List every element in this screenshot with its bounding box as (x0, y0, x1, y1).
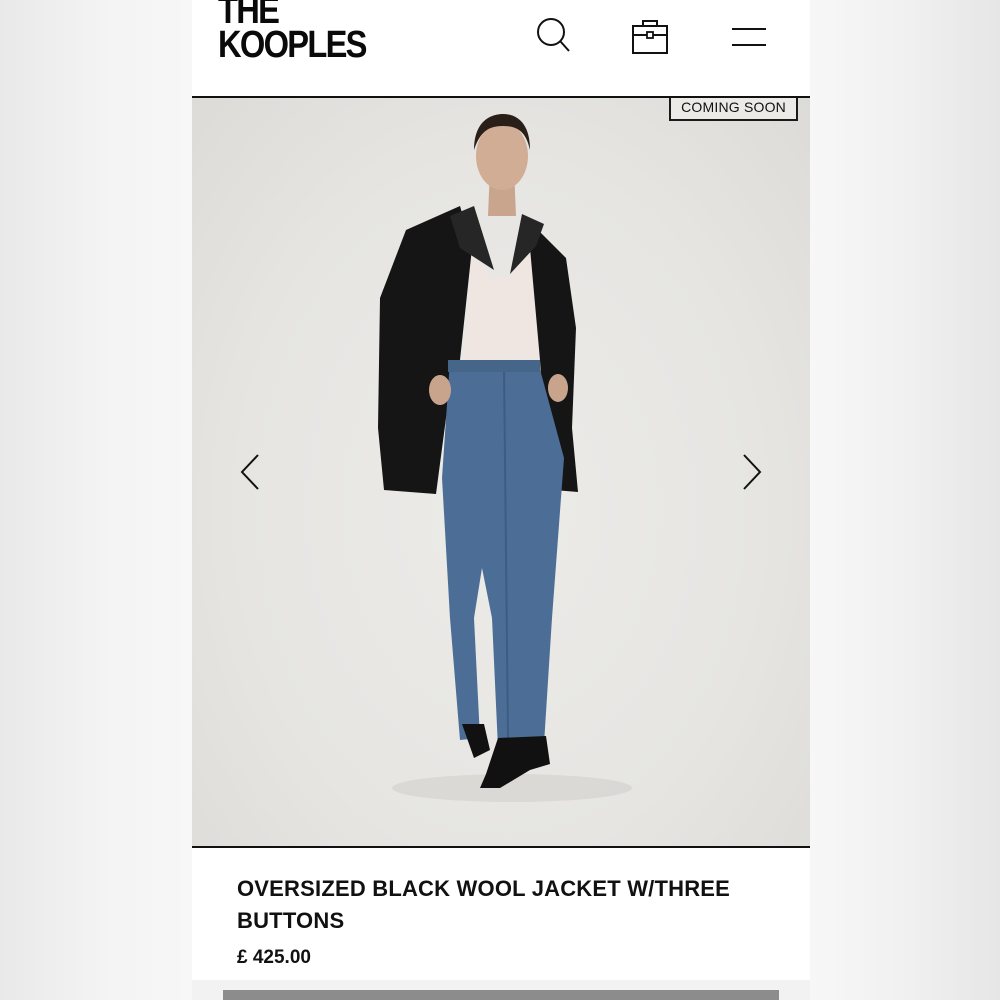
menu-button[interactable] (727, 14, 771, 58)
site-header: THE KOOPLES (192, 0, 810, 98)
logo-line-2: KOOPLES (218, 24, 367, 66)
hamburger-menu-icon (732, 28, 766, 46)
add-to-cart-bar[interactable] (223, 990, 779, 1000)
next-image-button[interactable] (734, 452, 770, 492)
product-image-gallery[interactable]: COMING SOON (192, 98, 810, 846)
product-title: OVERSIZED BLACK WOOL JACKET W/THREE BUTT… (237, 876, 731, 933)
product-page: THE KOOPLES COMING SOON OVERSIZED BLACK … (192, 0, 810, 1000)
cart-button[interactable] (628, 14, 672, 58)
search-button[interactable] (532, 14, 576, 58)
section-divider (192, 846, 810, 848)
product-photo (378, 114, 632, 802)
previous-image-button[interactable] (232, 452, 268, 492)
coming-soon-badge: COMING SOON (669, 98, 798, 121)
search-icon (537, 18, 570, 52)
chevron-right-icon (743, 454, 762, 490)
chevron-left-icon (240, 454, 259, 490)
brand-logo[interactable]: THE KOOPLES (218, 0, 367, 66)
product-price: £ 425.00 (237, 947, 311, 968)
shopping-bag-icon (632, 20, 668, 54)
